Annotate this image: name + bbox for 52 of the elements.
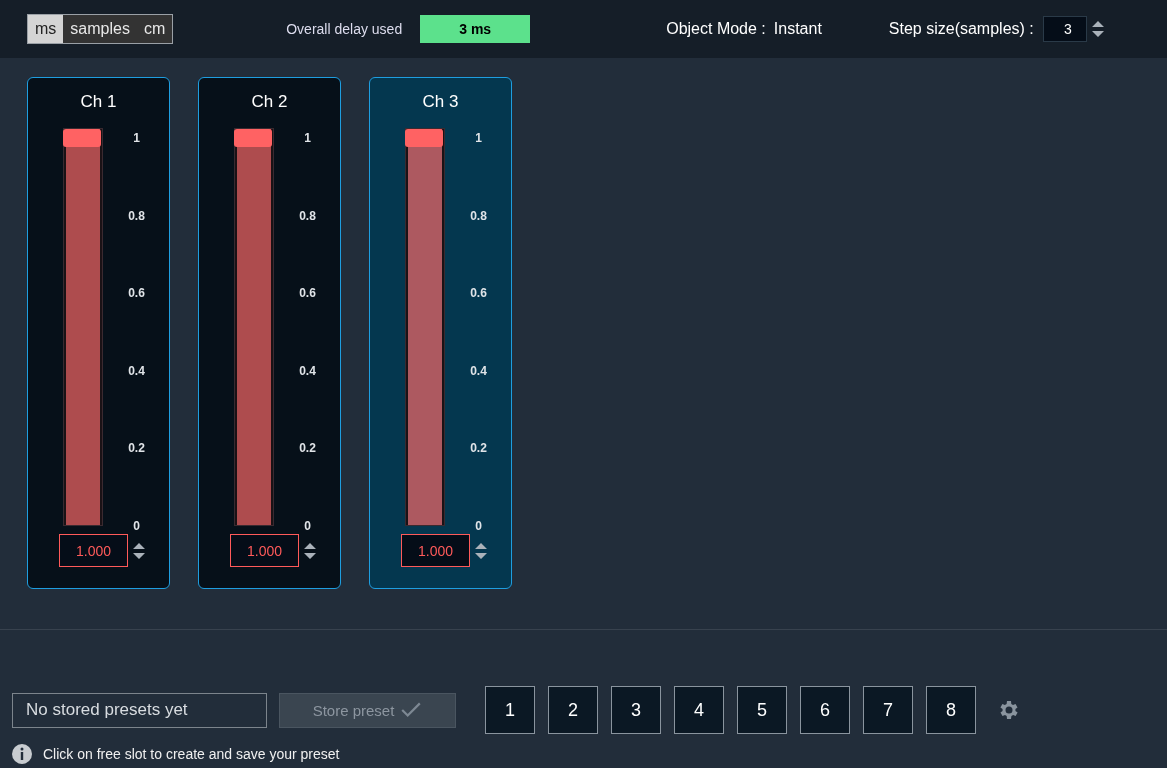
step-size-label: Step size(samples) : <box>888 20 1034 38</box>
preset-slot[interactable]: 4 <box>674 686 724 734</box>
scale-label: 1 <box>133 131 140 145</box>
scale-label: 0.4 <box>299 363 316 378</box>
fader-handle[interactable] <box>62 129 101 147</box>
delay-value: 3 ms <box>420 15 531 43</box>
check-icon <box>400 701 423 719</box>
object-mode-value: Instant <box>773 20 822 38</box>
delay-label: Overall delay used <box>286 21 403 37</box>
scale-label: 0.6 <box>470 286 487 301</box>
preset-slot[interactable]: 2 <box>548 686 598 734</box>
preset-slot[interactable]: 7 <box>863 686 913 734</box>
spinner-icon[interactable] <box>1090 18 1105 40</box>
preset-slot[interactable]: 1 <box>485 686 535 734</box>
scale-label: 1 <box>304 131 311 145</box>
unit-option[interactable]: ms <box>28 15 64 43</box>
scale-label: 0.4 <box>470 363 487 378</box>
scale-label: 0.2 <box>299 441 316 456</box>
channel-card[interactable]: Ch 1 1 0.8 0.6 0.4 0.2 0 1.000 <box>27 77 170 589</box>
hint-text: Click on free slot to create and save your preset <box>43 746 340 762</box>
preset-name-field[interactable]: No stored presets yet <box>12 692 267 728</box>
gain-field[interactable]: 1.000 <box>401 534 470 567</box>
scale-label: 1 <box>475 131 482 145</box>
gain-field[interactable]: 1.000 <box>230 534 299 567</box>
scale-label: 0.8 <box>128 208 145 223</box>
scale-label: 0.2 <box>470 441 487 456</box>
unit-option[interactable]: samples <box>63 15 137 43</box>
scale-label: 0.4 <box>128 363 145 378</box>
fader-handle[interactable] <box>233 129 272 147</box>
scale-label: 0.8 <box>470 208 487 223</box>
scale-label: 0.2 <box>128 441 145 456</box>
scale-label: 0.8 <box>299 208 316 223</box>
scale-label: 0 <box>304 518 311 533</box>
channel-card[interactable]: Ch 3 1 0.8 0.6 0.4 0.2 0 1.000 <box>369 77 512 589</box>
preset-slot[interactable]: 6 <box>800 686 850 734</box>
channel-name: Ch 2 <box>251 92 288 113</box>
preset-slot[interactable]: 3 <box>611 686 661 734</box>
unit-option[interactable]: cm <box>136 15 173 43</box>
preset-slot[interactable]: 8 <box>926 686 976 734</box>
fader-handle[interactable] <box>404 129 443 147</box>
channel-name: Ch 3 <box>422 92 459 113</box>
step-size-field[interactable]: 3 <box>1042 16 1087 42</box>
channel-name: Ch 1 <box>80 92 117 113</box>
scale-label: 0 <box>475 518 482 533</box>
scale-label: 0.6 <box>299 286 316 301</box>
scale-label: 0.6 <box>128 286 145 301</box>
channel-card[interactable]: Ch 2 1 0.8 0.6 0.4 0.2 0 1.000 <box>198 77 341 589</box>
gain-field[interactable]: 1.000 <box>59 534 128 567</box>
scale-label: 0 <box>133 518 140 533</box>
preset-slot[interactable]: 5 <box>737 686 787 734</box>
info-icon <box>12 744 32 764</box>
object-mode-label: Object Mode : <box>666 20 766 38</box>
